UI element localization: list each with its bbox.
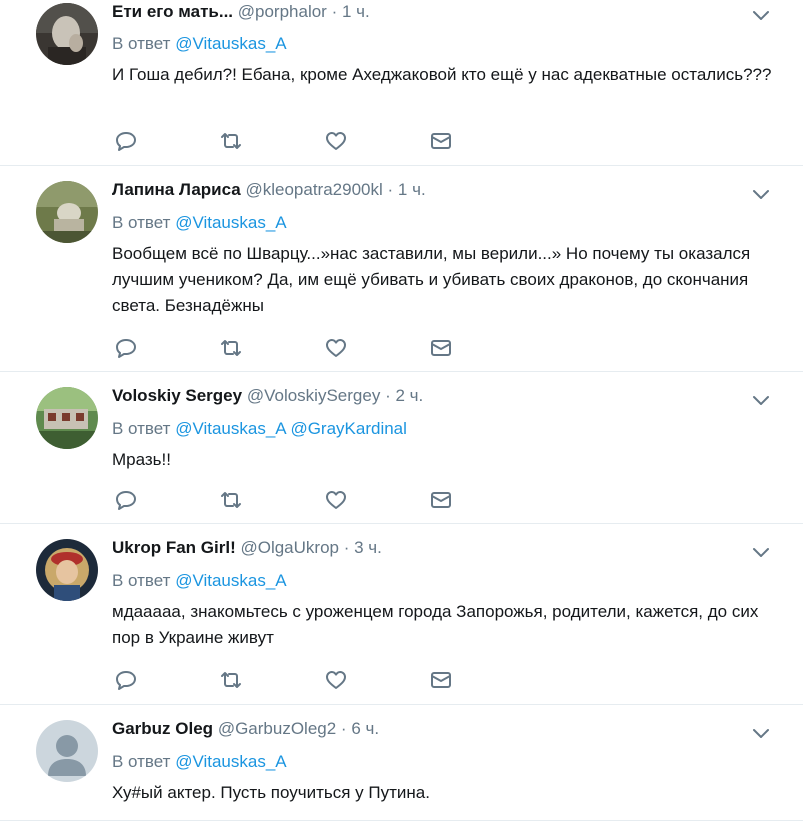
tweet-header: Voloskiy Sergey @VoloskiySergey · 2 ч. [112, 385, 423, 407]
user-handle[interactable]: @porphalor [238, 2, 327, 21]
timestamp[interactable]: 3 ч. [354, 538, 382, 557]
reply-prefix: В ответ [112, 34, 171, 53]
reply-prefix: В ответ [112, 213, 171, 232]
tweet-text: Мразь!! [112, 450, 171, 469]
separator-dot: · [343, 538, 350, 557]
tweet-text: И Гоша дебил?! Ебана, кроме Ахеджаковой … [112, 65, 772, 84]
tweet-actions [112, 668, 472, 692]
user-handle[interactable]: @VoloskiySergey [247, 386, 381, 405]
user-handle[interactable]: @OlgaUkrop [240, 538, 339, 557]
separator-dot: · [385, 386, 391, 405]
reply-context: В ответ @Vitauskas_A [112, 33, 287, 55]
tweet-actions [112, 129, 472, 153]
reply-prefix: В ответ [112, 752, 171, 771]
like-icon[interactable] [324, 129, 348, 153]
like-icon[interactable] [324, 336, 348, 360]
chevron-down-icon[interactable] [751, 390, 771, 410]
timestamp[interactable]: 1 ч. [398, 180, 426, 199]
like-icon[interactable] [324, 668, 348, 692]
reply-context: В ответ @Vitauskas_A @GrayKardinal [112, 418, 407, 440]
tweet-text: Вообщем всё по Шварцу...»нас заставили, … [112, 244, 751, 315]
chevron-down-icon[interactable] [751, 542, 771, 562]
direct-message-icon[interactable] [429, 336, 453, 360]
mention-link[interactable]: @Vitauskas_A [175, 752, 286, 771]
reply-context: В ответ @Vitauskas_A [112, 751, 287, 773]
mention-link[interactable]: @Vitauskas_A [175, 213, 286, 232]
tweet[interactable]: Лапина Лариса @kleopatra2900kl · 1 ч. В … [0, 166, 803, 372]
display-name[interactable]: Лапина Лариса [112, 180, 241, 199]
retweet-icon[interactable] [219, 668, 243, 692]
separator-dot: · [331, 2, 338, 21]
tweet-header: Garbuz Oleg @GarbuzOleg2 · 6 ч. [112, 718, 379, 740]
retweet-icon[interactable] [219, 129, 243, 153]
direct-message-icon[interactable] [429, 668, 453, 692]
reply-icon[interactable] [114, 129, 138, 153]
user-handle[interactable]: @kleopatra2900kl [245, 180, 382, 199]
reply-context: В ответ @Vitauskas_A [112, 570, 287, 592]
chevron-down-icon[interactable] [751, 723, 771, 743]
default-profile-icon[interactable] [36, 720, 98, 782]
tweet-actions [112, 336, 472, 360]
avatar[interactable] [36, 539, 98, 601]
timestamp[interactable]: 6 ч. [351, 719, 379, 738]
direct-message-icon[interactable] [429, 129, 453, 153]
reply-context: В ответ @Vitauskas_A [112, 212, 287, 234]
reply-prefix: В ответ [112, 571, 171, 590]
mention-link[interactable]: @GrayKardinal [290, 419, 406, 438]
reply-prefix: В ответ [112, 419, 171, 438]
tweet[interactable]: Garbuz Oleg @GarbuzOleg2 · 6 ч. В ответ … [0, 705, 803, 821]
separator-dot: · [387, 180, 394, 199]
display-name[interactable]: Garbuz Oleg [112, 719, 213, 738]
like-icon[interactable] [324, 488, 348, 512]
user-handle[interactable]: @GarbuzOleg2 [218, 719, 336, 738]
direct-message-icon[interactable] [429, 488, 453, 512]
tweet-header: Лапина Лариса @kleopatra2900kl · 1 ч. [112, 179, 426, 201]
tweet-text: мдааааа, знакомьтесь с уроженцем города … [112, 602, 759, 647]
mention-link[interactable]: @Vitauskas_A [175, 34, 286, 53]
tweet[interactable]: Ети его мать... @porphalor · 1 ч. В отве… [0, 0, 803, 166]
mention-link[interactable]: @Vitauskas_A [175, 419, 286, 438]
tweet[interactable]: Ukrop Fan Girl! @OlgaUkrop · 3 ч. В отве… [0, 524, 803, 705]
display-name[interactable]: Ети его мать... [112, 2, 233, 21]
chevron-down-icon[interactable] [751, 5, 771, 25]
display-name[interactable]: Ukrop Fan Girl! [112, 538, 236, 557]
tweet[interactable]: Voloskiy Sergey @VoloskiySergey · 2 ч. В… [0, 372, 803, 524]
tweet-header: Ukrop Fan Girl! @OlgaUkrop · 3 ч. [112, 537, 382, 559]
reply-icon[interactable] [114, 668, 138, 692]
retweet-icon[interactable] [219, 336, 243, 360]
separator-dot: · [340, 719, 347, 738]
timestamp[interactable]: 1 ч. [342, 2, 370, 21]
tweet-header: Ети его мать... @porphalor · 1 ч. [112, 1, 370, 23]
tweet-actions [112, 488, 472, 512]
mention-link[interactable]: @Vitauskas_A [175, 571, 286, 590]
reply-icon[interactable] [114, 488, 138, 512]
display-name[interactable]: Voloskiy Sergey [112, 386, 242, 405]
avatar[interactable] [36, 3, 98, 65]
reply-icon[interactable] [114, 336, 138, 360]
avatar[interactable] [36, 387, 98, 449]
retweet-icon[interactable] [219, 488, 243, 512]
avatar[interactable] [36, 181, 98, 243]
tweet-text: Ху#ый актер. Пусть поучиться у Путина. [112, 783, 430, 802]
timestamp[interactable]: 2 ч. [395, 386, 423, 405]
chevron-down-icon[interactable] [751, 184, 771, 204]
